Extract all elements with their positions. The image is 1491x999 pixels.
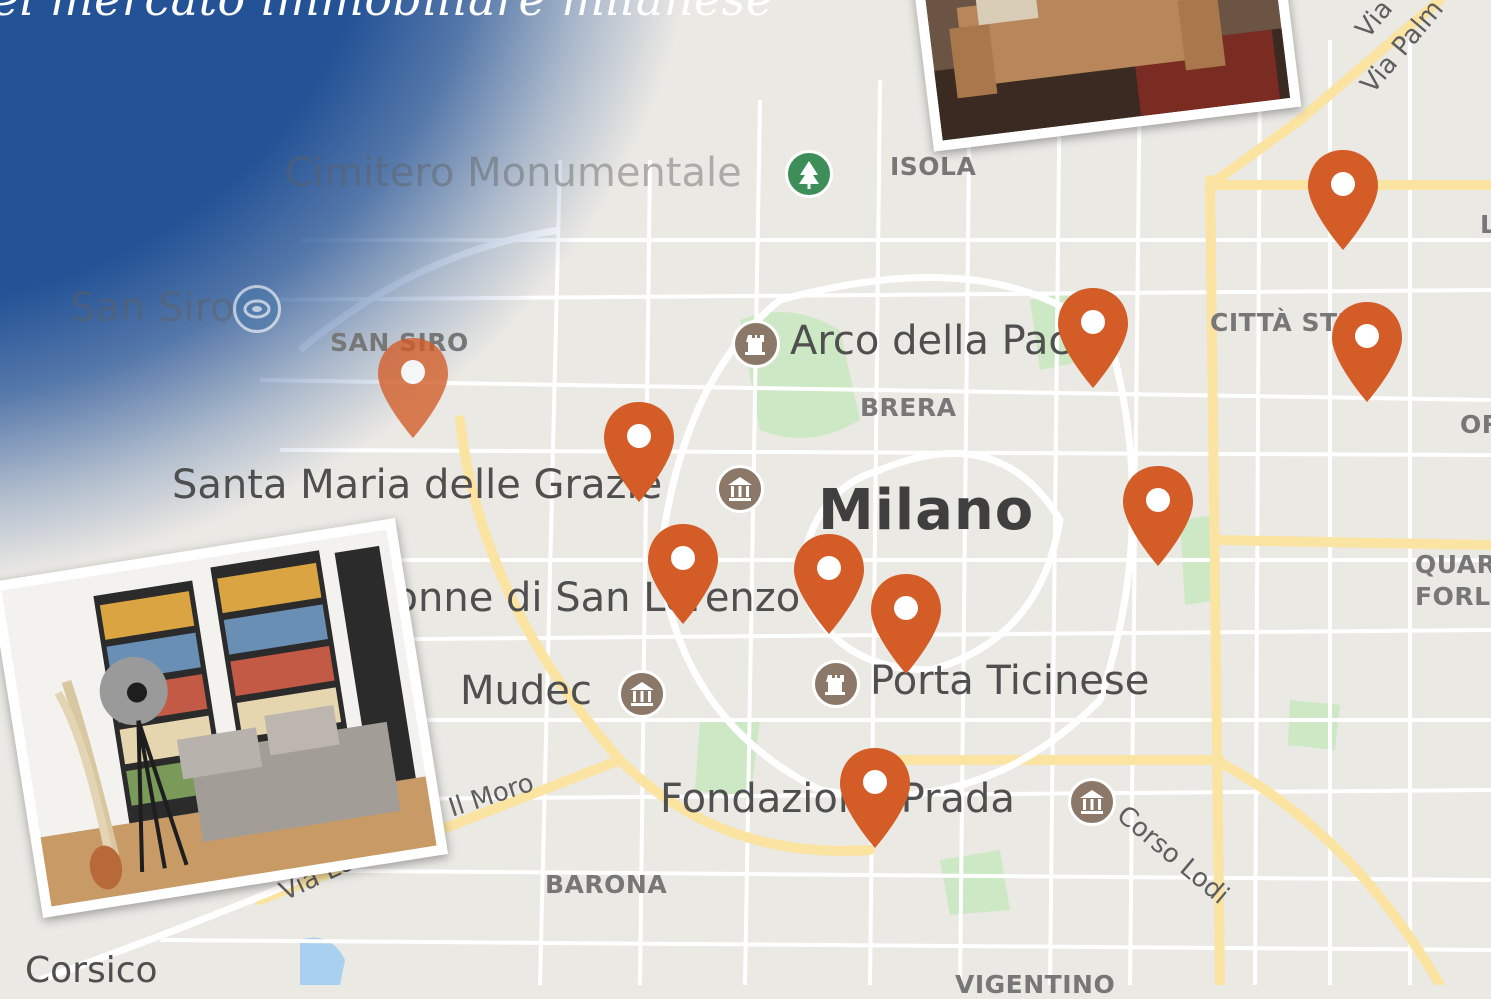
monument-icon[interactable] [732, 320, 780, 368]
park-icon[interactable] [785, 150, 833, 198]
property-marker-pin-icon[interactable] [792, 532, 866, 636]
district-label-ortica: OR [1460, 410, 1491, 439]
museum-icon[interactable] [716, 465, 764, 513]
museum-icon[interactable] [618, 670, 666, 718]
district-label-brera: BRERA [860, 393, 957, 422]
stadium-icon[interactable] [233, 285, 281, 333]
property-marker-pin-icon[interactable] [838, 746, 912, 850]
property-marker-pin-icon[interactable] [1306, 148, 1380, 252]
photo-living-room-bookshelf [0, 518, 449, 918]
place-label-santa-maria-grazie: Santa Maria delle Grazie [172, 462, 663, 508]
place-label-san-siro: San Siro [70, 285, 235, 331]
pin-shape [378, 338, 448, 438]
monument-icon[interactable] [812, 660, 860, 708]
district-label-forlanini: FORL [1415, 582, 1491, 611]
museum-icon[interactable] [1068, 778, 1116, 826]
district-label-isola: ISOLA [890, 152, 977, 181]
property-marker-pin-icon[interactable] [646, 522, 720, 626]
property-marker-pin-icon[interactable] [602, 400, 676, 504]
property-marker-pin-icon[interactable] [376, 336, 450, 440]
place-label-monumentale: Cimitero Monumentale [285, 150, 742, 196]
place-label-arco-della-pace: Arco della Pace [790, 318, 1095, 364]
property-marker-pin-icon[interactable] [1056, 286, 1130, 390]
property-marker-pin-icon[interactable] [869, 572, 943, 676]
property-marker-pin-icon[interactable] [1121, 464, 1195, 568]
tagline: el mercato immobiliare milanese [0, 0, 774, 26]
district-label-barona: BARONA [545, 870, 668, 899]
place-label-mudec: Mudec [460, 668, 592, 714]
district-label-lambrate: L [1480, 210, 1491, 239]
property-marker-pin-icon[interactable] [1330, 300, 1404, 404]
district-label-quartiere: QUAR [1415, 550, 1491, 579]
